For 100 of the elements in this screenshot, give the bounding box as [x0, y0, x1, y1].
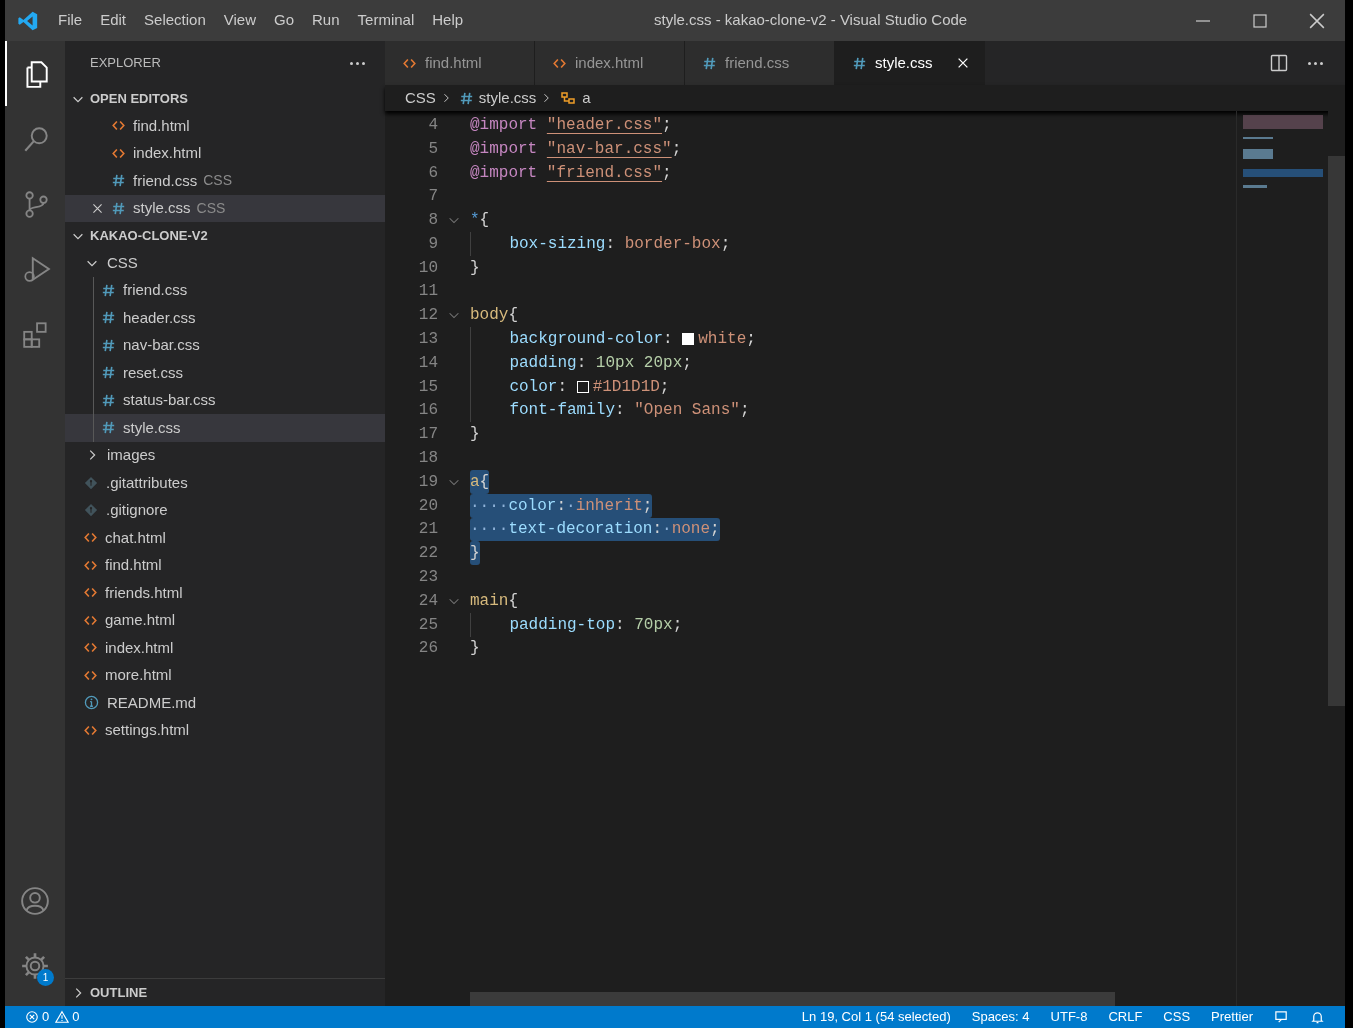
- html-file-icon: [84, 531, 97, 545]
- status-item[interactable]: CRLF: [1108, 1007, 1143, 1027]
- open-editor-item[interactable]: index.html: [65, 139, 385, 167]
- html-file-icon: [553, 56, 566, 70]
- editor-tab[interactable]: find.html: [385, 41, 535, 85]
- html-file-icon: [84, 723, 97, 737]
- section-header[interactable]: KAKAO-CLONE-V2: [65, 222, 385, 249]
- folder-row[interactable]: CSS: [65, 249, 385, 277]
- explorer-row[interactable]: .gitattributes: [65, 469, 385, 497]
- editor-tab[interactable]: index.html: [535, 41, 685, 85]
- line-number: 6: [427, 162, 438, 184]
- code-text: background-color: white;: [470, 327, 756, 351]
- explorer-row[interactable]: friend.css: [65, 276, 385, 304]
- editor-tab[interactable]: friend.css: [685, 41, 835, 85]
- editor-tab[interactable]: style.css: [835, 41, 985, 85]
- css-file-icon: [102, 393, 115, 407]
- explorer-row[interactable]: game.html: [65, 606, 385, 634]
- explorer-row[interactable]: find.html: [65, 551, 385, 579]
- close-icon[interactable]: [956, 56, 970, 70]
- explorer-row[interactable]: .gitignore: [65, 496, 385, 524]
- breadcrumb[interactable]: a: [560, 86, 591, 110]
- folder-hint: CSS: [203, 171, 232, 191]
- code-text: padding: 10px 20px;: [470, 350, 692, 375]
- split-editor-icon[interactable]: [1270, 54, 1288, 72]
- explorer-row[interactable]: friends.html: [65, 579, 385, 607]
- menu-item[interactable]: Run: [303, 9, 349, 32]
- explorer-row[interactable]: chat.html: [65, 524, 385, 552]
- account-icon[interactable]: [20, 885, 50, 916]
- css-file-icon: [703, 56, 716, 70]
- errors-indicator[interactable]: 0: [25, 1007, 50, 1027]
- app-logo-icon: [17, 9, 39, 32]
- html-file-icon: [84, 613, 97, 627]
- feedback-icon[interactable]: [1274, 1009, 1289, 1025]
- explorer-row[interactable]: nav-bar.css: [65, 331, 385, 359]
- css-file-icon: [102, 421, 115, 435]
- explorer-row[interactable]: more.html: [65, 661, 385, 689]
- line-number: 9: [427, 233, 438, 255]
- menu-item[interactable]: Terminal: [348, 9, 424, 32]
- menu-item[interactable]: File: [49, 9, 92, 32]
- explorer-row[interactable]: header.css: [65, 304, 385, 332]
- explorer-row[interactable]: index.html: [65, 634, 385, 662]
- line-number: 20: [417, 495, 438, 517]
- open-editor-item[interactable]: style.css CSS: [65, 194, 385, 222]
- open-editor-item[interactable]: friend.css CSS: [65, 167, 385, 195]
- close-icon[interactable]: [91, 201, 104, 215]
- menu-item[interactable]: View: [214, 9, 265, 32]
- line-number: 13: [417, 329, 438, 351]
- more-actions-icon[interactable]: [1308, 61, 1323, 65]
- line-number: 26: [417, 638, 438, 660]
- line-number: 12: [417, 305, 438, 327]
- line-number: 17: [417, 424, 438, 446]
- menu-item[interactable]: Go: [265, 9, 303, 32]
- breadcrumb[interactable]: CSS: [405, 86, 436, 110]
- warning-icon: [55, 1010, 70, 1024]
- code-text: }: [470, 424, 480, 446]
- code-text: @import "header.css";: [470, 114, 672, 136]
- explorer-row[interactable]: README.md: [65, 689, 385, 717]
- code-text: body{: [470, 305, 518, 327]
- error-icon: [25, 1010, 39, 1024]
- explorer-row[interactable]: style.css: [65, 414, 385, 442]
- css-file-icon: [102, 366, 115, 380]
- line-number: 10: [417, 257, 438, 279]
- explorer-row[interactable]: settings.html: [65, 716, 385, 744]
- more-actions-icon[interactable]: [350, 61, 365, 65]
- settings-icon[interactable]: [20, 950, 50, 981]
- status-item[interactable]: Prettier: [1211, 1007, 1253, 1027]
- color-swatch: [682, 333, 695, 346]
- status-item[interactable]: Ln 19, Col 1 (54 selected): [801, 1007, 951, 1027]
- menu-item[interactable]: Edit: [91, 9, 136, 32]
- section-header[interactable]: OPEN EDITORS: [65, 85, 385, 112]
- line-number: 4: [427, 114, 438, 136]
- folder-row[interactable]: images: [65, 441, 385, 469]
- line-number: 8: [427, 210, 438, 232]
- close-icon: [1308, 12, 1325, 29]
- explorer-row[interactable]: status-bar.css: [65, 386, 385, 414]
- warnings-indicator[interactable]: 0: [55, 1007, 80, 1027]
- line-number: 7: [427, 186, 438, 208]
- css-file-icon: [112, 174, 125, 188]
- status-item[interactable]: UTF-8: [1050, 1007, 1088, 1027]
- status-item[interactable]: CSS: [1163, 1007, 1191, 1027]
- window-title: style.css - kakao-clone-v2 - Visual Studio Code: [654, 10, 968, 31]
- line-number: 23: [417, 567, 438, 589]
- css-file-icon: [102, 283, 115, 297]
- open-editor-item[interactable]: find.html: [65, 112, 385, 140]
- breadcrumb[interactable]: style.css: [459, 86, 537, 110]
- html-file-icon: [403, 56, 416, 70]
- bell-icon[interactable]: [1310, 1009, 1325, 1025]
- line-number: 5: [427, 138, 438, 160]
- status-item[interactable]: Spaces: 4: [971, 1007, 1030, 1027]
- notification-badge: 1: [37, 969, 54, 986]
- menu-item[interactable]: Selection: [135, 9, 215, 32]
- html-file-icon: [112, 119, 125, 133]
- html-file-icon: [112, 146, 125, 160]
- section-header[interactable]: OUTLINE: [65, 979, 385, 1006]
- sidebar-title: EXPLORER: [90, 54, 161, 73]
- code-text: ····text-decoration:·none;: [470, 517, 720, 542]
- diamond-file-icon: [84, 503, 98, 518]
- code-text: ····color:·inherit;: [470, 493, 653, 518]
- explorer-row[interactable]: reset.css: [65, 359, 385, 387]
- menu-item[interactable]: Help: [423, 9, 473, 32]
